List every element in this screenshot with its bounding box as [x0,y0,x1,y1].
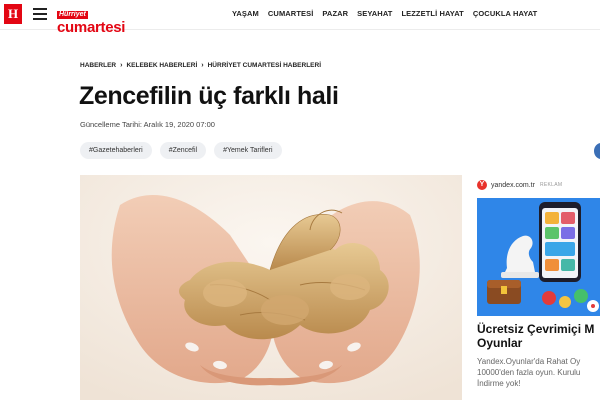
games-illustration [477,198,600,316]
main-nav: YAŞAM CUMARTESİ PAZAR SEYAHAT LEZZETLİ H… [232,9,546,18]
tag-gazetehaberleri[interactable]: #Gazetehaberleri [80,142,152,159]
breadcrumb-haberler[interactable]: HABERLER [80,62,116,69]
menu-bar [33,18,47,20]
brand-top-label: Hürriyet [57,11,88,19]
yandex-icon: Y [477,180,487,190]
breadcrumb: HABERLER › KELEBEK HABERLERİ › HÜRRİYET … [80,62,321,69]
nav-pazar[interactable]: PAZAR [322,9,348,18]
hurriyet-logo[interactable]: H [4,4,22,24]
share-icon[interactable] [594,143,600,159]
tag-zencefil[interactable]: #Zencefil [159,142,207,159]
ad-image[interactable] [477,198,600,316]
sidebar-ad[interactable]: Y yandex.com.tr REKLAM Ücretsiz Çevrimiç… [477,178,600,400]
tag-list: #Gazetehaberleri #Zencefil #Yemek Tarifl… [80,142,290,159]
update-date: Güncelleme Tarihi: Aralık 19, 2020 07:00 [80,120,215,129]
chevron-right-icon: › [120,62,123,69]
ad-header: Y yandex.com.tr REKLAM [477,178,600,192]
ad-title-line: Oyunlar [477,336,523,350]
nav-lezzetli-hayat[interactable]: LEZZETLİ HAYAT [401,9,463,18]
nav-cumartesi[interactable]: CUMARTESİ [268,9,313,18]
chevron-right-icon: › [201,62,204,69]
nav-yasam[interactable]: YAŞAM [232,9,259,18]
ad-desc-line: 10000'den fazla oyun. Kurulu [477,368,581,377]
ad-title[interactable]: Ücretsiz Çevrimiçi M Oyunlar [477,322,600,350]
menu-bar [33,13,47,15]
ad-description: Yandex.Oyunlar'da Rahat Oy 10000'den faz… [477,356,600,389]
ad-title-line: Ücretsiz Çevrimiçi M [477,322,595,336]
article-image [80,175,462,400]
brand-main-label: cumartesi [57,19,126,36]
menu-bar [33,8,47,10]
breadcrumb-kelebek[interactable]: KELEBEK HABERLERİ [126,62,197,69]
breadcrumb-cumartesi[interactable]: HÜRRİYET CUMARTESİ HABERLERİ [208,62,321,69]
nav-seyahat[interactable]: SEYAHAT [357,9,392,18]
ad-desc-line: Yandex.Oyunlar'da Rahat Oy [477,357,581,366]
brand-logo[interactable]: Hürriyet cumartesi [57,3,125,35]
ginger-in-hands-image [80,175,462,400]
ad-source: yandex.com.tr [491,181,535,189]
ad-desc-line: İndirme yok! [477,379,521,388]
tag-yemek-tarifleri[interactable]: #Yemek Tarifleri [214,142,282,159]
nav-cocukla-hayat[interactable]: ÇOCUKLA HAYAT [473,9,538,18]
site-header: H Hürriyet cumartesi YAŞAM CUMARTESİ PAZ… [0,0,600,35]
hamburger-menu-icon[interactable] [33,8,47,20]
ad-label: REKLAM [539,182,563,188]
article-title: Zencefilin üç farklı hali [79,82,339,110]
